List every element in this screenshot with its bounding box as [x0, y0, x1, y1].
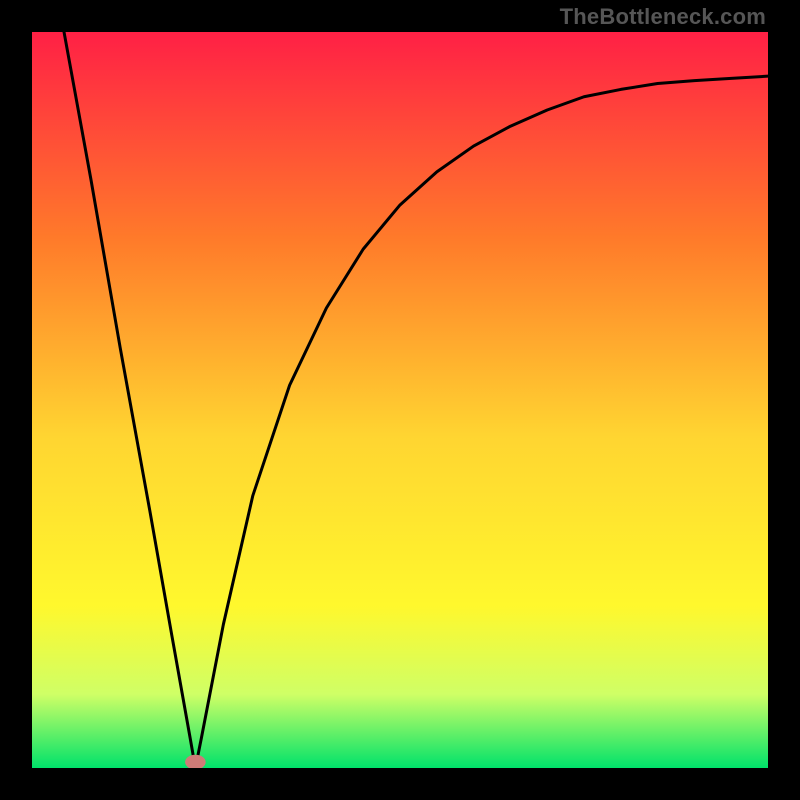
gradient-background — [32, 32, 768, 768]
attribution-text: TheBottleneck.com — [560, 4, 766, 30]
bottleneck-chart — [32, 32, 768, 768]
